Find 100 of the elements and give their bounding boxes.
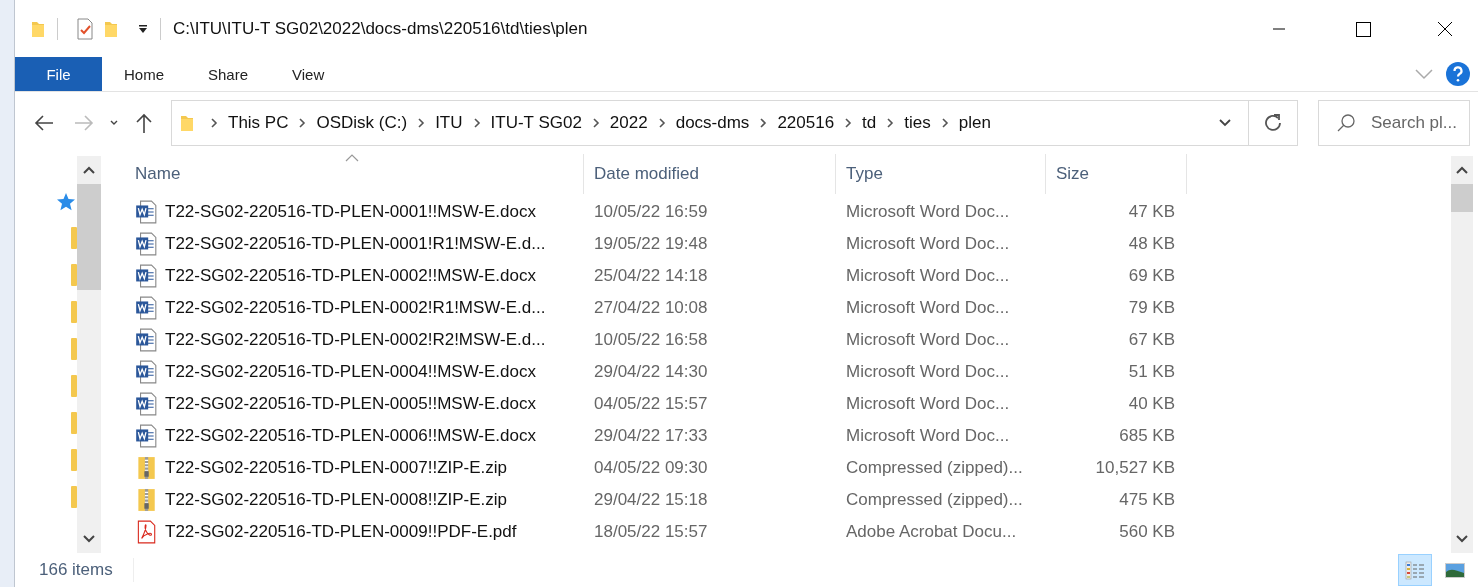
file-type: Microsoft Word Doc...	[846, 362, 1010, 382]
date-modified: 29/04/22 17:33	[594, 426, 708, 446]
word-document-icon	[135, 232, 157, 256]
file-row[interactable]: T22-SG02-220516-TD-PLEN-0006!!MSW-E.docx 29/04/22 17:33 Microsoft Word Doc... 685 KB	[105, 420, 1451, 452]
details-list-icon	[1404, 559, 1426, 581]
ribbon-tab[interactable]: File	[15, 57, 102, 91]
file-size: 79 KB	[1128, 298, 1175, 318]
file-size: 67 KB	[1128, 330, 1175, 350]
breadcrumb-item[interactable]: 220516	[777, 113, 835, 133]
folder-icon[interactable]	[71, 375, 77, 397]
date-modified: 25/04/22 14:18	[594, 266, 708, 286]
search-icon	[1336, 113, 1356, 133]
file-name: T22-SG02-220516-TD-PLEN-0001!!MSW-E.docx	[165, 202, 536, 222]
file-type: Microsoft Word Doc...	[846, 394, 1010, 414]
folder-icon[interactable]	[71, 338, 77, 360]
file-name: T22-SG02-220516-TD-PLEN-0009!!PDF-E.pdf	[165, 522, 517, 542]
scroll-up-icon[interactable]	[83, 166, 95, 174]
scroll-down-icon[interactable]	[1456, 535, 1468, 543]
search-field[interactable]: Search pl...	[1318, 100, 1470, 146]
chevron-right-icon	[210, 117, 218, 129]
scroll-thumb[interactable]	[1451, 184, 1473, 212]
file-row[interactable]: T22-SG02-220516-TD-PLEN-0001!R1!MSW-E.d... 19/05/22 19:48 Microsoft Word Doc... 48 KB	[105, 228, 1451, 260]
file-row[interactable]: T22-SG02-220516-TD-PLEN-0001!!MSW-E.docx 10/05/22 16:59 Microsoft Word Doc... 47 KB	[105, 196, 1451, 228]
file-row[interactable]: T22-SG02-220516-TD-PLEN-0002!!MSW-E.docx 25/04/22 14:18 Microsoft Word Doc... 69 KB	[105, 260, 1451, 292]
column-header[interactable]: Name	[105, 154, 584, 194]
file-type: Microsoft Word Doc...	[846, 426, 1010, 446]
date-modified: 27/04/22 10:08	[594, 298, 708, 318]
word-document-icon	[135, 328, 157, 352]
folder-icon[interactable]	[71, 227, 77, 249]
file-type: Microsoft Word Doc...	[846, 202, 1010, 222]
address-bar[interactable]: This PC OSDisk (C:) ITU ITU-T SG02 2022 docs-dms 220516 td ties plen	[171, 100, 1298, 146]
breadcrumb-item[interactable]: This PC	[228, 113, 289, 133]
file-name: T22-SG02-220516-TD-PLEN-0008!!ZIP-E.zip	[165, 490, 508, 510]
dropdown-icon[interactable]	[138, 23, 148, 34]
item-count: 166 items	[39, 560, 113, 580]
star-icon[interactable]	[55, 192, 75, 212]
date-modified: 18/05/22 15:57	[594, 522, 708, 542]
chevron-right-icon	[759, 117, 768, 129]
file-name: T22-SG02-220516-TD-PLEN-0007!!ZIP-E.zip	[165, 458, 508, 478]
file-type: Compressed (zipped)...	[846, 490, 1023, 510]
file-row[interactable]: T22-SG02-220516-TD-PLEN-0004!!MSW-E.docx 29/04/22 14:30 Microsoft Word Doc... 51 KB	[105, 356, 1451, 388]
folder-icon[interactable]	[71, 486, 77, 508]
file-row[interactable]: T22-SG02-220516-TD-PLEN-0009!!PDF-E.pdf 18/05/22 15:57 Adobe Acrobat Docu... 560 KB	[105, 516, 1451, 548]
file-size: 10,527 KB	[1095, 458, 1175, 478]
scrollbar[interactable]	[77, 156, 101, 553]
ribbon-tab[interactable]: View	[270, 57, 347, 91]
zip-folder-icon	[135, 456, 157, 480]
breadcrumb-item[interactable]: ties	[904, 113, 931, 133]
chevron-right-icon	[417, 117, 426, 129]
column-header[interactable]: Date modified	[584, 154, 836, 194]
breadcrumb-item[interactable]: OSDisk (C:)	[316, 113, 408, 133]
scroll-down-icon[interactable]	[83, 535, 95, 543]
chevron-right-icon	[886, 117, 895, 129]
breadcrumb-item[interactable]: ITU	[435, 113, 463, 133]
folder-icon[interactable]	[71, 264, 77, 286]
file-size: 560 KB	[1119, 522, 1175, 542]
word-document-icon	[135, 424, 157, 448]
file-name: T22-SG02-220516-TD-PLEN-0002!R1!MSW-E.d...	[165, 298, 546, 318]
chevron-right-icon	[844, 117, 853, 129]
folder-icon[interactable]	[71, 301, 77, 323]
date-modified: 10/05/22 16:59	[594, 202, 708, 222]
chevron-right-icon	[472, 117, 481, 129]
file-name: T22-SG02-220516-TD-PLEN-0002!R2!MSW-E.d...	[165, 330, 546, 350]
file-row[interactable]: T22-SG02-220516-TD-PLEN-0008!!ZIP-E.zip 29/04/22 15:18 Compressed (zipped)... 475 KB	[105, 484, 1451, 516]
folder-icon	[180, 113, 194, 133]
file-row[interactable]: T22-SG02-220516-TD-PLEN-0005!!MSW-E.docx 04/05/22 15:57 Microsoft Word Doc... 40 KB	[105, 388, 1451, 420]
file-name: T22-SG02-220516-TD-PLEN-0005!!MSW-E.docx	[165, 394, 536, 414]
scrollbar[interactable]	[1451, 156, 1473, 553]
chevron-down-icon[interactable]	[1218, 118, 1232, 128]
date-modified: 29/04/22 15:18	[594, 490, 708, 510]
date-modified: 10/05/22 16:58	[594, 330, 708, 350]
folder-icon[interactable]	[71, 412, 77, 434]
file-type: Microsoft Word Doc...	[846, 298, 1010, 318]
file-size: 69 KB	[1128, 266, 1175, 286]
column-header[interactable]: Size	[1046, 154, 1187, 194]
file-type: Microsoft Word Doc...	[846, 234, 1010, 254]
scroll-up-icon[interactable]	[1456, 166, 1468, 174]
scroll-thumb[interactable]	[77, 184, 101, 290]
breadcrumb-item[interactable]: 2022	[609, 113, 648, 133]
breadcrumb-item[interactable]: ITU-T SG02	[490, 113, 582, 133]
details-view-button[interactable]	[1398, 554, 1432, 586]
ribbon-tab[interactable]: Share	[186, 57, 271, 91]
file-type: Adobe Acrobat Docu...	[846, 522, 1017, 542]
file-row[interactable]: T22-SG02-220516-TD-PLEN-0007!!ZIP-E.zip 04/05/22 09:30 Compressed (zipped)... 10,527 KB	[105, 452, 1451, 484]
column-header[interactable]: Type	[836, 154, 1046, 194]
file-name: T22-SG02-220516-TD-PLEN-0002!!MSW-E.docx	[165, 266, 536, 286]
file-type: Microsoft Word Doc...	[846, 266, 1010, 286]
breadcrumb-item[interactable]: td	[862, 113, 877, 133]
breadcrumb-item[interactable]: plen	[958, 113, 991, 133]
file-row[interactable]: T22-SG02-220516-TD-PLEN-0002!R2!MSW-E.d... 10/05/22 16:58 Microsoft Word Doc... 67 KB	[105, 324, 1451, 356]
help-icon[interactable]	[1446, 62, 1470, 86]
file-row[interactable]: T22-SG02-220516-TD-PLEN-0002!R1!MSW-E.d... 27/04/22 10:08 Microsoft Word Doc... 79 KB	[105, 292, 1451, 324]
ribbon-tab[interactable]: Home	[102, 57, 186, 91]
folder-icon[interactable]	[71, 449, 77, 471]
checklist-icon[interactable]	[76, 17, 94, 40]
chevron-right-icon	[298, 117, 307, 129]
chevron-right-icon	[657, 117, 666, 129]
refresh-icon	[1263, 113, 1283, 133]
breadcrumb-item[interactable]: docs-dms	[675, 113, 750, 133]
chevron-right-icon	[940, 117, 949, 129]
